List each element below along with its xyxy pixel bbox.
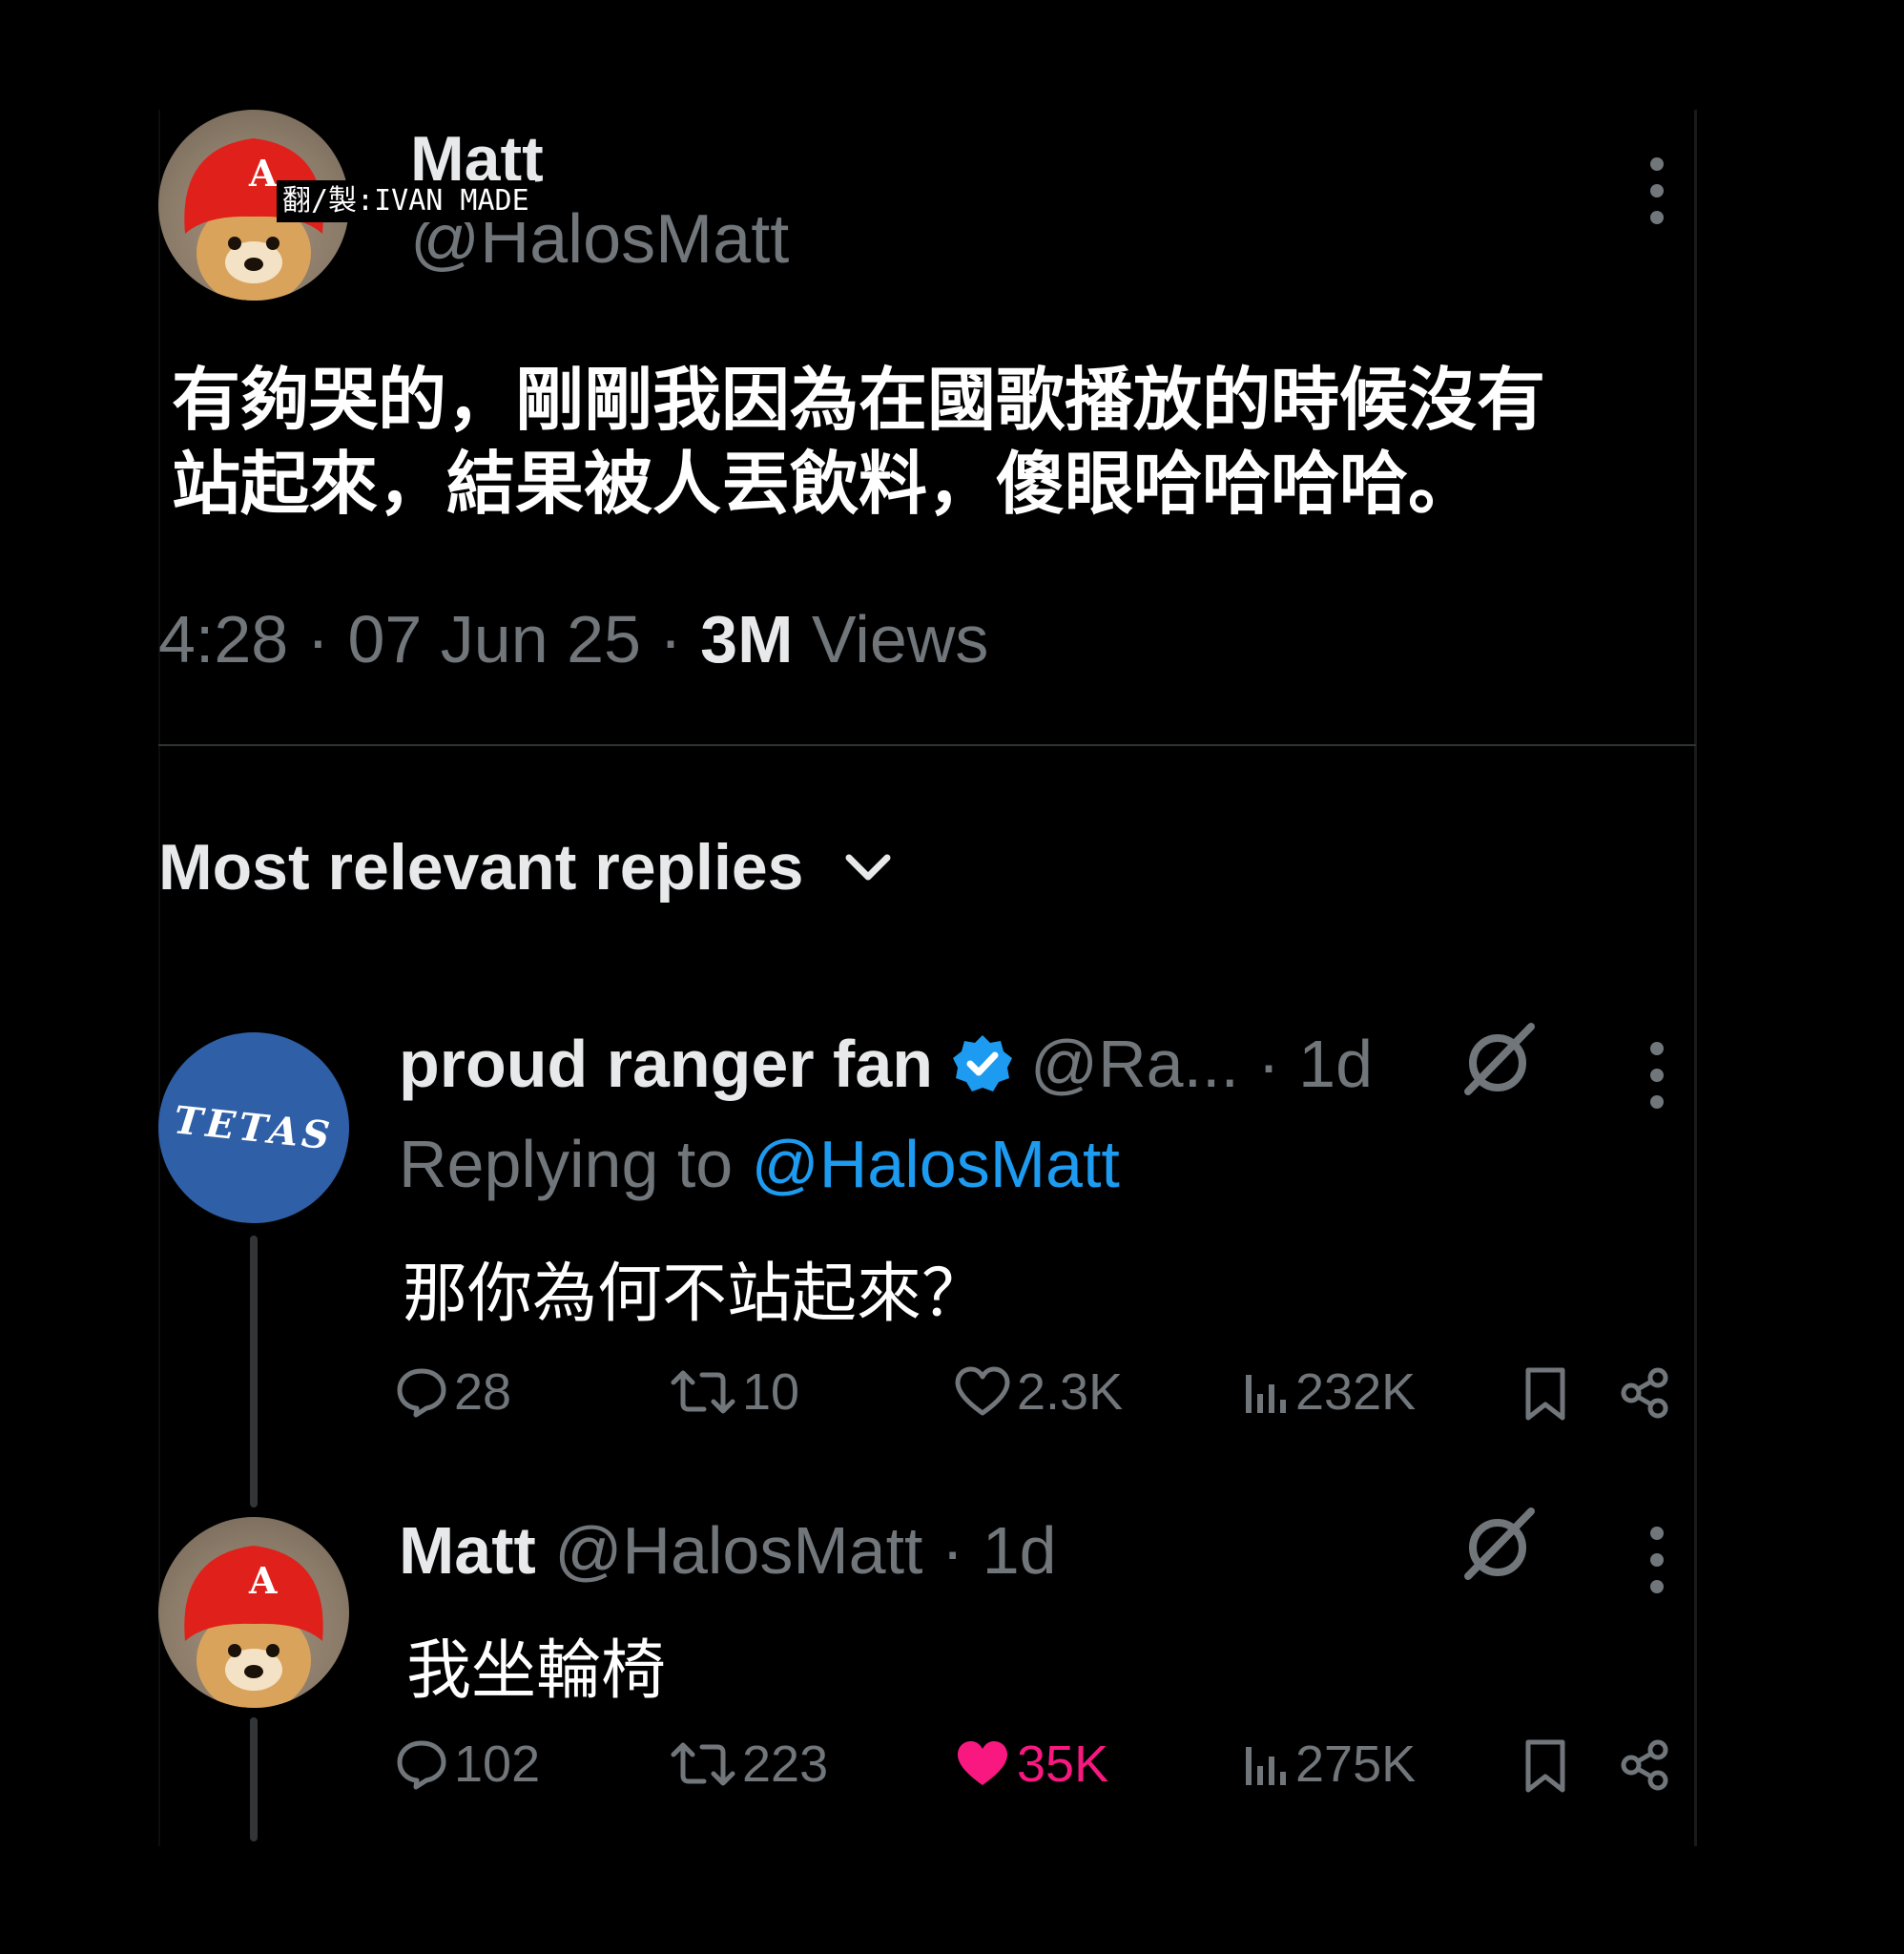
repost-count: 223	[742, 1736, 829, 1793]
views-icon	[1246, 1375, 1286, 1413]
views-button[interactable]: 232K	[1242, 1362, 1416, 1422]
grok-icon[interactable]	[1455, 1021, 1541, 1097]
post-meta: 4:28 · 07 Jun 25 · 3M Views	[158, 602, 989, 676]
dog-hat-avatar-icon: A	[184, 1546, 323, 1708]
svg-text:A: A	[248, 152, 278, 195]
views-button[interactable]: 275K	[1242, 1735, 1416, 1794]
replying-to-handle[interactable]: @HalosMatt	[752, 1127, 1120, 1201]
like-button[interactable]: 35K	[954, 1735, 1108, 1794]
comment-icon	[397, 1368, 446, 1418]
post-text-line: 有夠哭的，剛剛我因為在國歌播放的時候沒有	[172, 360, 1546, 440]
replies-sort-dropdown[interactable]: Most relevant replies	[158, 830, 895, 904]
more-icon[interactable]	[1645, 1042, 1668, 1109]
reply-time[interactable]: 1d	[1298, 1026, 1373, 1102]
bookmark-icon[interactable]	[1522, 1366, 1568, 1422]
post-date[interactable]: 07 Jun 25	[347, 602, 640, 676]
reply-author-avatar[interactable]: A	[158, 1517, 349, 1708]
reply-text: 我坐輪椅	[406, 1633, 667, 1709]
views-icon	[1246, 1747, 1286, 1785]
repost-button[interactable]: 10	[670, 1362, 799, 1422]
repost-count: 10	[742, 1363, 800, 1421]
repost-icon	[671, 1742, 735, 1786]
thread-line	[250, 1236, 258, 1507]
post-views-label: Views	[811, 602, 989, 676]
reply-author-handle[interactable]: @Ra...	[1030, 1026, 1239, 1102]
svg-text:A: A	[248, 1559, 278, 1602]
reply-text: 那你為何不站起來？	[403, 1257, 987, 1332]
share-icon[interactable]	[1618, 1366, 1671, 1420]
chevron-down-icon	[845, 854, 891, 881]
watermark: 翻/製:IVAN MADE	[277, 180, 535, 222]
reply-header: Matt @HalosMatt · 1d	[399, 1512, 1057, 1589]
reply-author-avatar[interactable]: TETAS	[158, 1032, 349, 1223]
like-button[interactable]: 2.3K	[954, 1362, 1123, 1422]
replying-to: Replying to @HalosMatt	[399, 1126, 1120, 1202]
reply-author-handle[interactable]: @HalosMatt	[554, 1512, 922, 1589]
repost-icon	[671, 1370, 735, 1414]
like-icon	[958, 1741, 1007, 1785]
comment-count: 28	[454, 1363, 512, 1421]
card-border	[158, 110, 160, 1846]
reply-header: proud ranger fan @Ra... · 1d	[399, 1026, 1374, 1102]
team-logo-text: TETAS	[172, 1096, 336, 1159]
comment-count: 102	[454, 1736, 541, 1793]
views-count: 275K	[1295, 1736, 1417, 1793]
post-text: 有夠哭的，剛剛我因為在國歌播放的時候沒有 站起來，結果被人丟飲料，傻眼哈哈哈哈。	[172, 358, 1660, 526]
comment-button[interactable]: 102	[395, 1735, 540, 1794]
share-icon[interactable]	[1618, 1738, 1671, 1792]
reply-author-name[interactable]: Matt	[399, 1512, 536, 1589]
replies-sort-label: Most relevant replies	[158, 831, 804, 904]
more-icon[interactable]	[1645, 1527, 1668, 1593]
grok-icon[interactable]	[1455, 1506, 1541, 1582]
comment-button[interactable]: 28	[395, 1362, 511, 1422]
repost-button[interactable]: 223	[670, 1735, 828, 1794]
card-border	[1694, 110, 1697, 1846]
verified-icon	[953, 1035, 1013, 1091]
like-icon	[955, 1366, 1010, 1416]
more-icon[interactable]	[1645, 157, 1668, 224]
reply-time[interactable]: 1d	[983, 1512, 1057, 1589]
like-count: 2.3K	[1017, 1363, 1124, 1421]
comment-icon	[397, 1740, 446, 1790]
bookmark-icon[interactable]	[1522, 1738, 1568, 1794]
views-count: 232K	[1295, 1363, 1417, 1421]
thread-line	[250, 1717, 258, 1841]
post-views-count: 3M	[700, 602, 794, 676]
like-count: 35K	[1017, 1736, 1109, 1793]
replying-to-label: Replying to	[399, 1127, 734, 1201]
post-text-line: 站起來，結果被人丟飲料，傻眼哈哈哈哈。	[172, 444, 1478, 524]
divider	[158, 744, 1696, 746]
post-time[interactable]: 4:28	[158, 602, 288, 676]
reply-author-name[interactable]: proud ranger fan	[399, 1026, 933, 1102]
